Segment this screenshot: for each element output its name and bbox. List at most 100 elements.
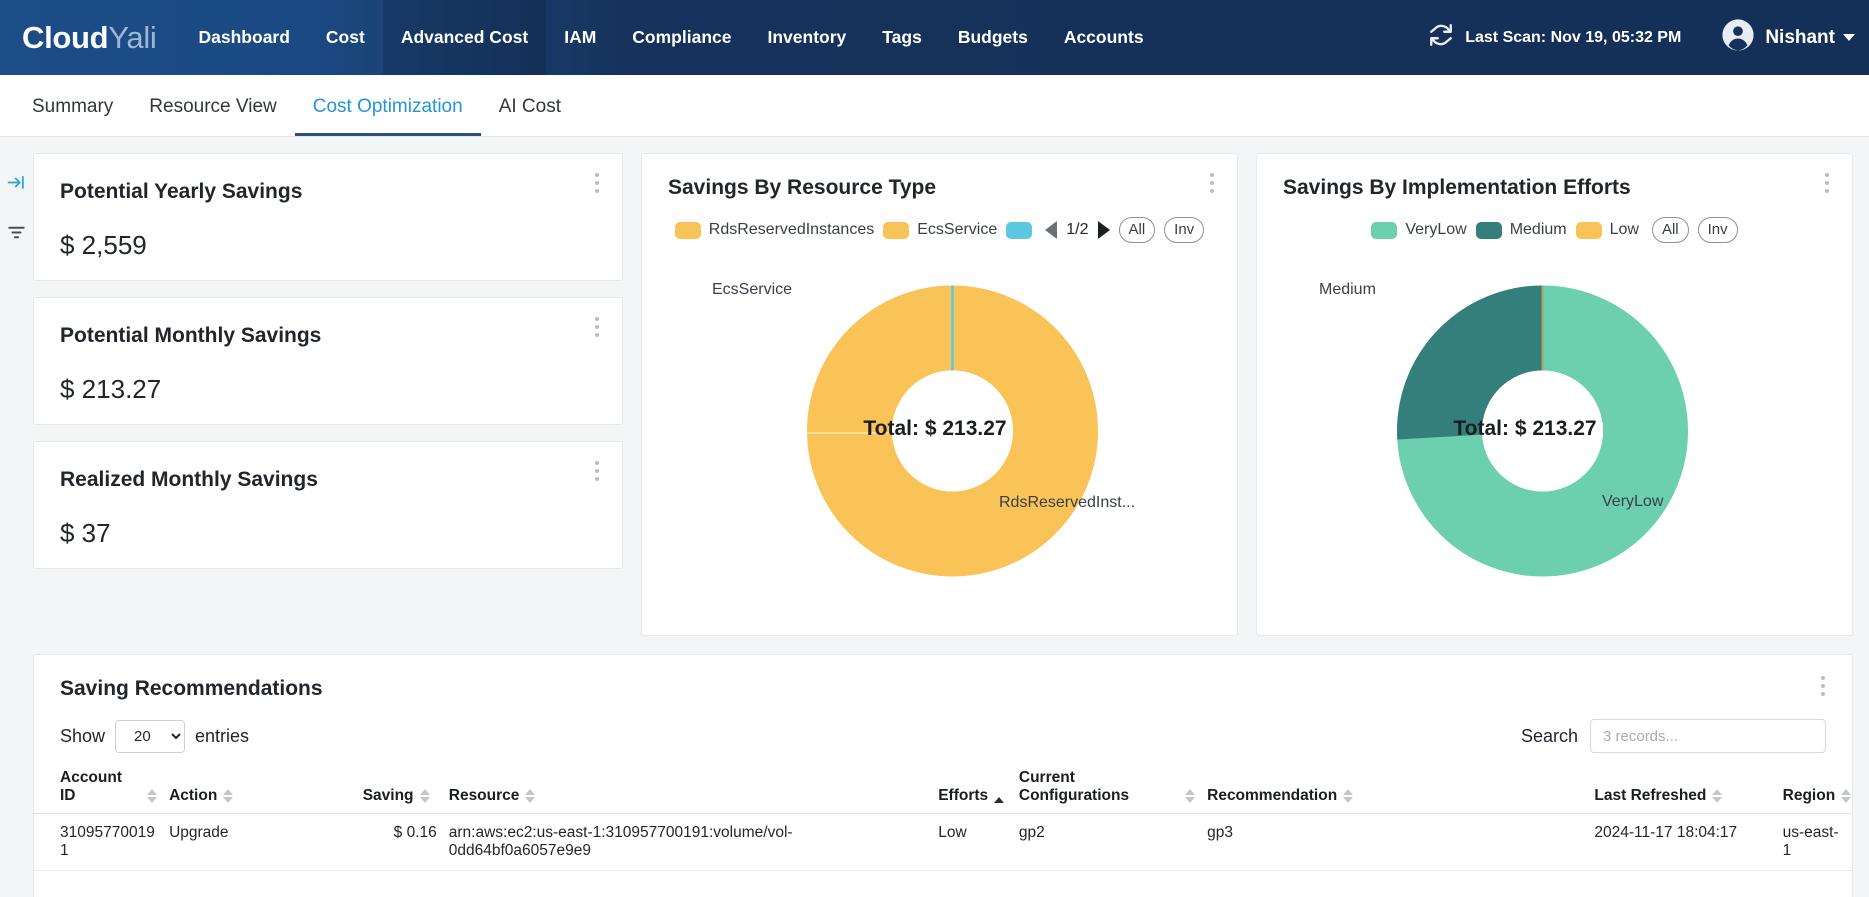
legend-swatch-rdsreservedinstances [674,221,701,239]
legend-inv-button[interactable]: Inv [1164,217,1205,244]
sort-toggle-icon[interactable] [994,796,1005,805]
tab-summary[interactable]: Summary [14,96,131,136]
user-menu[interactable]: Nishant [1721,18,1855,57]
table-row[interactable]: 310957700191 Upgrade $ 0.16 arn:aws:ec2:us-… [34,813,1852,871]
nav-item-dashboard[interactable]: Dashboard [181,0,308,75]
legend-item[interactable]: EcsService [883,221,997,239]
nav-item-inventory[interactable]: Inventory [749,0,864,75]
legend-all-button[interactable]: All [1651,217,1689,244]
column-header-efforts[interactable]: Efforts [932,769,1013,814]
card-menu-button[interactable] [586,456,608,486]
kpi-value: $ 213.27 [60,374,162,404]
column-header-recommendation[interactable]: Recommendation [1201,769,1589,814]
legend-item[interactable]: Low [1575,221,1639,239]
filter-icon[interactable] [7,223,26,247]
legend-item[interactable] [1006,221,1033,239]
donut-center-total: Total: $ 213.27 [863,417,1007,441]
tab-cost-optimization[interactable]: Cost Optimization [294,96,481,136]
kpi-column: Potential Yearly Savings $ 2,559 Potential… [33,153,623,569]
legend-item[interactable]: VeryLow [1371,221,1467,239]
top-cards-row: Potential Yearly Savings $ 2,559 Potential… [33,153,1853,636]
column-header-label: Current Configurations [1018,769,1130,804]
column-header-resource[interactable]: Resource [442,769,933,814]
card-menu-button[interactable] [586,168,608,198]
nav-item-compliance[interactable]: Compliance [614,0,749,75]
kpi-title: Potential Yearly Savings [60,180,303,203]
top-navigation-bar: CloudYali Dashboard Cost Advanced Cost IAM C… [0,0,1869,75]
savings-by-implementation-efforts-card: Savings By Implementation Efforts VeryLo… [1256,153,1853,636]
legend-item[interactable]: Medium [1475,221,1567,239]
kpi-value: $ 37 [60,518,111,548]
column-header-last-refreshed[interactable]: Last Refreshed [1588,769,1777,814]
legend-all-button[interactable]: All [1118,217,1156,244]
nav-item-budgets[interactable]: Budgets [940,0,1046,75]
kpi-card-realized-monthly-savings: Realized Monthly Savings $ 37 [33,441,623,569]
cell-recommendation: gp3 [1201,813,1589,871]
cell-current-configurations: gp2 [1012,813,1202,871]
kpi-card-potential-monthly-savings: Potential Monthly Savings $ 213.27 [33,297,623,425]
search-input[interactable] [1590,719,1826,753]
sort-toggle-icon[interactable] [525,788,536,805]
chart-legend: RdsReservedInstances EcsService 1/2 All [642,217,1237,244]
column-header-label: Saving [362,786,414,804]
tab-resource-view[interactable]: Resource View [131,96,294,136]
primary-nav-items: Dashboard Cost Advanced Cost IAM Compliance I… [181,0,1162,75]
column-header-current-configurations[interactable]: Current Configurations [1012,769,1202,814]
last-scan-indicator[interactable]: Last Scan: Nov 19, 05:32 PM [1428,22,1681,53]
legend-label: RdsReservedInstances [708,221,875,239]
table-controls: Show 102050100 entries Search [34,701,1852,753]
nav-item-iam[interactable]: IAM [546,0,614,75]
nav-item-cost[interactable]: Cost [308,0,383,75]
cell-efforts: Low [932,813,1013,871]
cell-action: Upgrade [163,813,357,871]
table-title: Saving Recommendations [60,677,323,700]
kpi-title: Potential Monthly Savings [60,324,322,347]
column-header-label: Action [169,786,218,804]
cell-last-refreshed: 2024-11-17 18:04:17 [1588,813,1777,871]
chart-title: Savings By Implementation Efforts [1283,176,1631,199]
last-scan-text: Last Scan: Nov 19, 05:32 PM [1465,28,1682,46]
sort-toggle-icon[interactable] [147,788,158,805]
legend-inv-button[interactable]: Inv [1697,217,1738,244]
sort-toggle-icon[interactable] [1712,788,1723,805]
expand-panel-icon[interactable] [7,173,26,197]
legend-swatch-low [1575,221,1602,239]
sort-toggle-icon[interactable] [1185,788,1196,805]
entries-label: entries [195,725,250,746]
column-header-account-id[interactable]: Account ID [34,769,164,814]
cell-account-id: 310957700191 [34,813,164,871]
sort-toggle-icon[interactable] [223,788,234,805]
nav-item-accounts[interactable]: Accounts [1046,0,1162,75]
cell-saving: $ 0.16 [356,813,443,871]
legend-prev-icon[interactable] [1045,221,1058,240]
donut-slice-label-rdsreservedinstances: RdsReservedInst... [999,494,1136,512]
card-menu-button[interactable] [1201,168,1223,198]
legend-next-icon[interactable] [1097,221,1110,240]
column-header-saving[interactable]: Saving [356,769,443,814]
legend-swatch-verylow [1371,221,1398,239]
column-header-label: Resource [448,786,520,804]
chevron-down-icon [1843,34,1855,41]
kpi-card-potential-yearly-savings: Potential Yearly Savings $ 2,559 [33,153,623,281]
sort-toggle-icon[interactable] [1841,788,1852,805]
legend-item[interactable]: RdsReservedInstances [674,221,875,239]
card-menu-button[interactable] [586,312,608,342]
left-rail [0,137,33,897]
brand-logo[interactable]: CloudYali [22,20,157,56]
column-header-action[interactable]: Action [163,769,357,814]
table-header-row: Account ID Action Saving Resource Efforts Cur… [34,769,1852,814]
nav-item-advanced-cost[interactable]: Advanced Cost [382,0,547,75]
saving-recommendations-card: Saving Recommendations Show 102050100 en… [33,654,1853,897]
sort-toggle-icon[interactable] [1343,788,1354,805]
page-size-control: Show 102050100 entries [60,719,250,753]
card-menu-button[interactable] [1816,168,1838,198]
card-menu-button[interactable] [1812,671,1834,701]
nav-item-tags[interactable]: Tags [864,0,940,75]
tab-ai-cost[interactable]: AI Cost [481,96,579,136]
legend-label: VeryLow [1405,221,1467,239]
column-header-region[interactable]: Region [1776,769,1852,814]
page-size-select[interactable]: 102050100 [115,719,186,753]
sort-toggle-icon[interactable] [419,788,430,805]
savings-by-resource-type-card: Savings By Resource Type RdsReservedInst… [641,153,1238,636]
legend-swatch-medium [1475,221,1502,239]
